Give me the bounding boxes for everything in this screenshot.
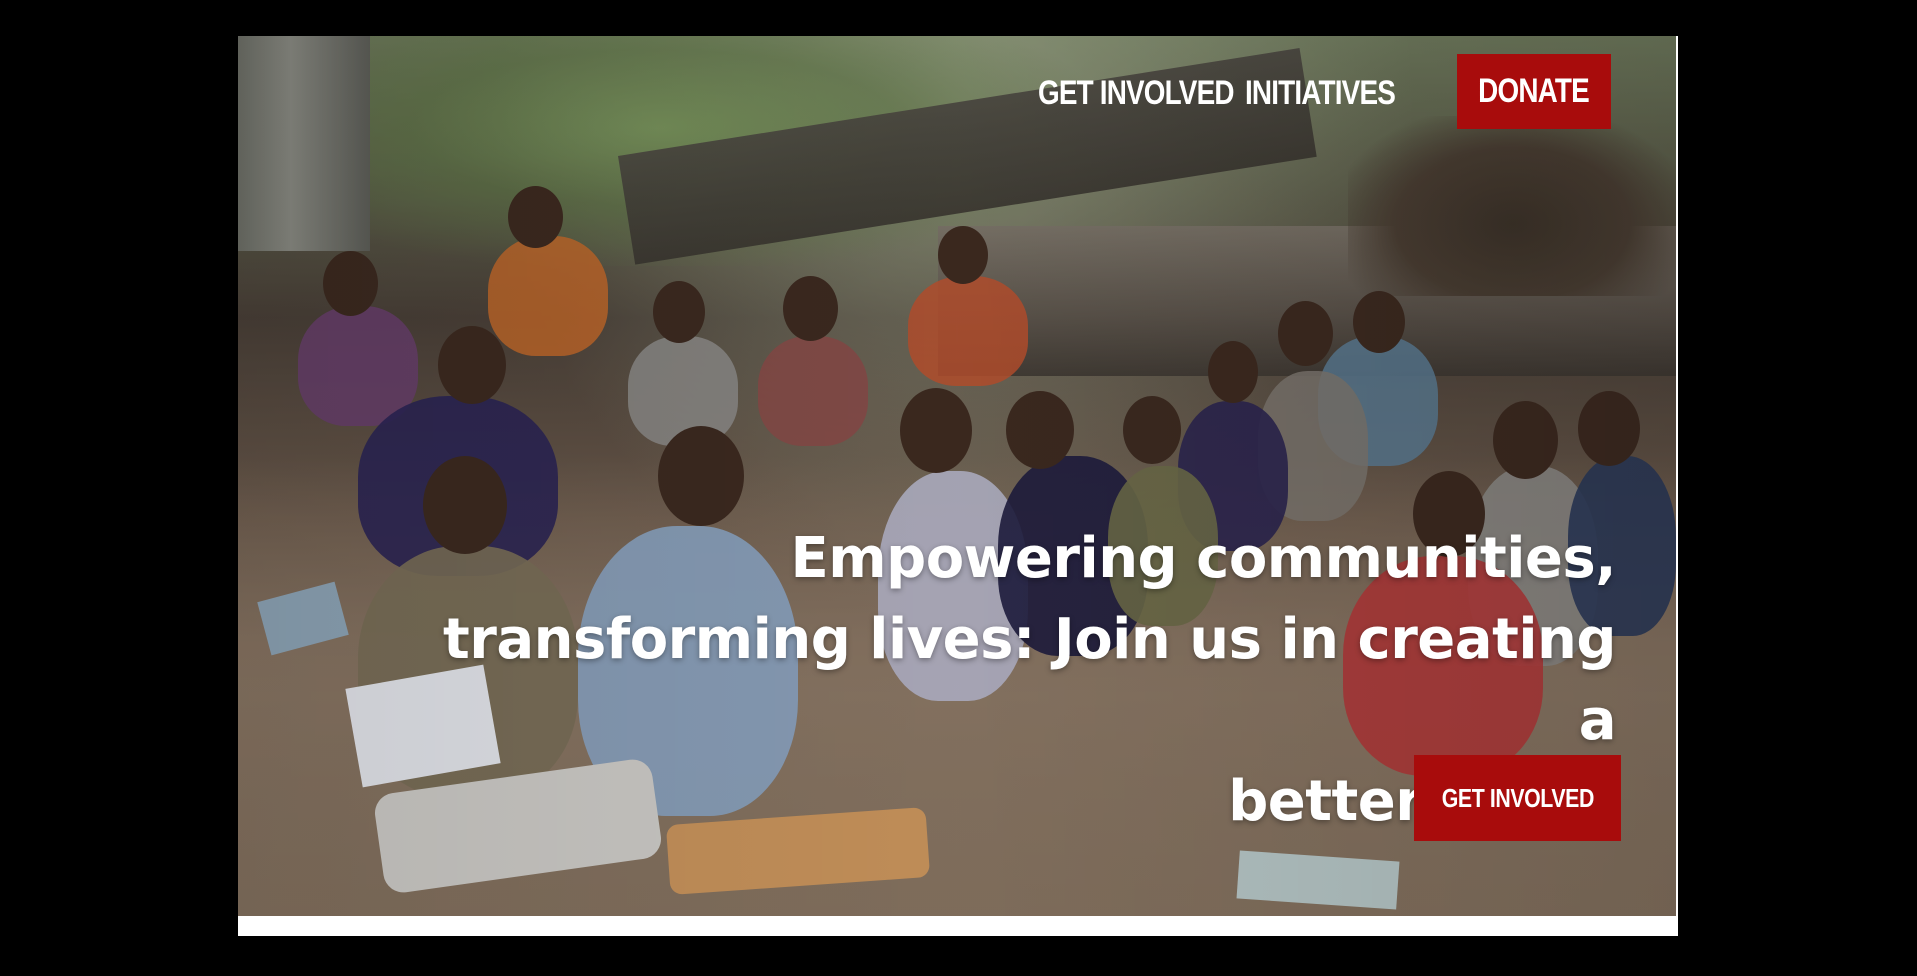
nav-link-initiatives[interactable]: INITIATIVES [1245, 74, 1396, 113]
donate-button-label: DONATE [1478, 72, 1591, 110]
hero-headline-line-2: transforming lives: Join us in creating … [442, 607, 1617, 753]
cta-button-label: GET INVOLVED [1441, 782, 1594, 813]
hero-headline-line-1: Empowering communities, [790, 526, 1617, 591]
browser-viewport: GET INVOLVED INITIATIVES DONATE Empoweri… [238, 36, 1678, 936]
nav-link-get-involved[interactable]: GET INVOLVED [1038, 74, 1234, 113]
hero-section: GET INVOLVED INITIATIVES DONATE Empoweri… [238, 36, 1676, 916]
donate-button[interactable]: DONATE [1457, 54, 1611, 129]
get-involved-cta-button[interactable]: GET INVOLVED [1414, 755, 1621, 841]
